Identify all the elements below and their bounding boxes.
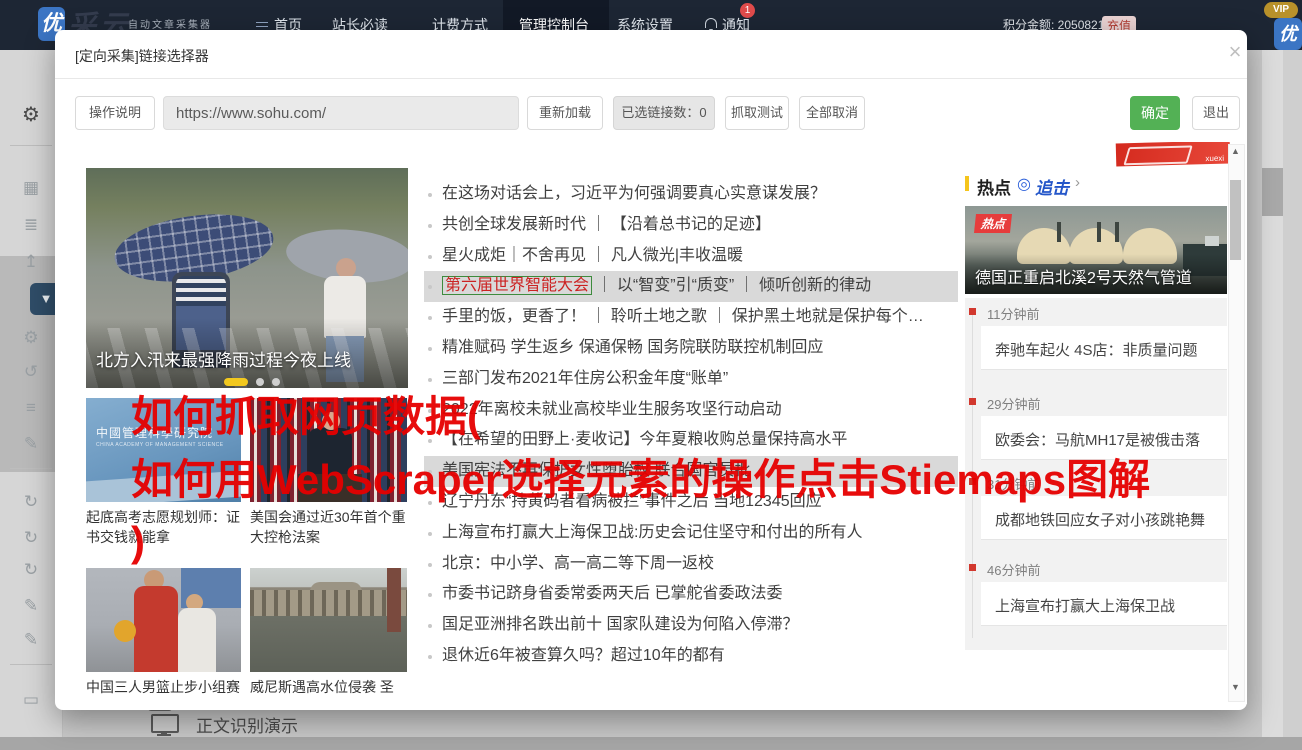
hotspot-feature-image[interactable]: 热点 德国正重启北溪2号天然气管道 [965, 206, 1227, 294]
hotspot-title-blue: 追击 [1035, 174, 1069, 199]
screen: { "colors":{"brand_blue":"#3b75c4","acce… [0, 0, 1302, 750]
selected-links-count: 已选链接数：0 [613, 96, 715, 130]
chimney-shape [1097, 222, 1101, 242]
history-icon[interactable]: ↺ [0, 362, 62, 382]
headline-text[interactable]: 共创全球发展新时代 ｜ 【沿着总书记的足迹】 [442, 216, 771, 233]
annotation-overlay-text: 如何抓取网页数据( 如何用WebScraper选择元素的操作点击Stiemaps… [131, 386, 1271, 574]
timeline-bullet [969, 308, 976, 315]
headline-item[interactable]: 国足亚洲排名跌出前十 国家队建设为何陷入停滞？ [424, 610, 958, 641]
page-scrollbar-thumb[interactable] [1262, 168, 1283, 216]
feature-caption[interactable]: 德国正重启北溪2号天然气管道 [975, 264, 1192, 288]
timeline-item[interactable]: 奔驰车起火 4S店：非质量问题 [981, 326, 1227, 370]
headline-text[interactable]: 国足亚洲排名跌出前十 国家队建设为何陷入停滞？ [442, 616, 798, 633]
chevron-right-icon[interactable]: › [1075, 174, 1080, 191]
edit-icon[interactable]: ✎ [0, 630, 62, 650]
page-right-edge [1283, 50, 1302, 750]
content-recognition-demo-label[interactable]: 正文识别演示 [196, 712, 298, 737]
annotation-line: ) [131, 511, 1271, 574]
figure-shape [178, 608, 216, 672]
headline-text[interactable]: 手里的饭，更香了！ ｜ 聆听土地之歌 ｜ 保护黑土地就是保护每个… [442, 308, 924, 325]
dialog-header-divider [55, 78, 1247, 79]
selected-link-highlight[interactable]: 第六届世界智能大会 [442, 276, 592, 295]
chimney-shape [1057, 222, 1061, 242]
edit-icon[interactable]: ✎ [0, 596, 62, 616]
settings-gear-icon[interactable]: ⚙ [0, 105, 62, 125]
hotspot-header-bar [965, 176, 969, 191]
list-icon[interactable]: ≣ [0, 215, 62, 235]
chimney-shape [1115, 222, 1119, 242]
news-card[interactable]: 威尼斯遇高水位侵袭 圣 [250, 568, 407, 697]
tower-shape [387, 568, 401, 632]
notification-count-badge: 1 [740, 3, 755, 18]
building-shape [250, 590, 407, 616]
scroll-up-arrow-icon[interactable]: ▲ [1228, 146, 1243, 156]
close-icon[interactable]: × [1223, 40, 1247, 64]
cancel-all-button[interactable]: 全部取消 [799, 96, 865, 130]
reload-button[interactable]: 重新加载 [527, 96, 603, 130]
refresh-icon[interactable]: ↻ [0, 492, 62, 512]
lines-icon[interactable]: ≡ [0, 398, 62, 418]
notification-bell-icon[interactable] [705, 18, 717, 28]
headline-item[interactable]: 手里的饭，更香了！ ｜ 聆听土地之歌 ｜ 保护黑土地就是保护每个… [424, 302, 958, 333]
headline-text[interactable]: 精准赋码 学生返乡 保通保畅 国务院联防联控机制回应 [442, 339, 823, 356]
dialog-title: [定向采集]链接选择器 [75, 46, 209, 66]
carousel-caption[interactable]: 北方入汛来最强降雨过程今夜上线 [96, 346, 351, 371]
url-input[interactable] [163, 96, 519, 130]
headline-item[interactable]: 在这场对话会上，习近平为何强调要真心实意谋发展？ [424, 179, 958, 210]
pedestrian-shape [336, 258, 356, 278]
confirm-button[interactable]: 确定 [1130, 96, 1180, 130]
user-avatar[interactable]: 优 [1274, 18, 1302, 50]
small-gear-icon[interactable]: ⚙ [0, 328, 62, 348]
headline-text[interactable]: 在这场对话会上，习近平为何强调要真心实意谋发展？ [442, 185, 826, 202]
headline-text[interactable]: 退休近6年被查算久吗？超过10年的都有 [442, 647, 725, 664]
grab-test-button[interactable]: 抓取测试 [725, 96, 789, 130]
annotation-line: 如何抓取网页数据( [131, 386, 1271, 449]
figure-shape [134, 586, 178, 672]
carousel-image[interactable]: 北方入汛来最强降雨过程今夜上线 [86, 168, 408, 388]
annotation-line: 如何用WebScraper选择元素的操作点击Stiemaps图解 [131, 449, 1271, 512]
timeline-item[interactable]: 上海宣布打赢大上海保卫战 [981, 582, 1227, 626]
headline-text[interactable]: 市委书记跻身省委常委两天后 已掌舵省委政法委 [442, 585, 782, 602]
iframe-scrollbar-thumb[interactable] [1230, 180, 1241, 260]
timeline-time: 11分钟前 [987, 304, 1040, 323]
page-bottom-band [0, 737, 1302, 750]
target-icon: ◎ [1017, 174, 1031, 194]
headline-text[interactable]: ｜ 以“智变”引“质变” ｜ 倾听创新的律动 [596, 277, 871, 294]
headline-item[interactable]: 精准赋码 学生返乡 保通保畅 国务院联防联控机制回应 [424, 333, 958, 364]
news-card[interactable]: 中国三人男篮止步小组赛 [86, 568, 241, 697]
help-button[interactable]: 操作说明 [75, 96, 155, 130]
refresh-icon[interactable]: ↻ [0, 560, 62, 580]
scroll-down-arrow-icon[interactable]: ▼ [1228, 682, 1243, 692]
link-selector-dialog: [定向采集]链接选择器 × 操作说明 重新加载 已选链接数：0 抓取测试 全部取… [55, 30, 1247, 710]
news-card-image [250, 568, 407, 672]
chart-icon[interactable]: ▦ [0, 178, 62, 198]
basketball-shape [114, 620, 136, 642]
news-card-caption[interactable]: 威尼斯遇高水位侵袭 圣 [250, 677, 407, 697]
headline-item[interactable]: 市委书记跻身省委常委两天后 已掌舵省委政法委 [424, 579, 958, 610]
hotspot-title: 热点 [977, 174, 1011, 199]
sidebar-divider [10, 468, 52, 469]
headline-item[interactable]: 退休近6年被查算久吗？超过10年的都有 [424, 641, 958, 672]
news-card-image [86, 568, 241, 672]
vip-badge: VIP [1264, 2, 1298, 18]
exit-button[interactable]: 退出 [1192, 96, 1240, 130]
headline-item[interactable]: 星火成炬｜不舍再见 ｜ 凡人微光|丰收温暖 [424, 241, 958, 272]
drive-icon[interactable]: ▭ [0, 690, 62, 710]
news-card-caption[interactable]: 中国三人男篮止步小组赛 [86, 677, 241, 697]
headline-text[interactable]: 三部门发布2021年住房公积金年度“账单” [442, 370, 728, 387]
upload-circle-icon[interactable]: ↥ [0, 252, 62, 272]
headline-item-selected[interactable]: 第六届世界智能大会 ｜ 以“智变”引“质变” ｜ 倾听创新的律动 [424, 271, 958, 302]
sidebar-divider [10, 145, 52, 146]
monitor-icon [151, 714, 179, 733]
hot-badge: 热点 [974, 214, 1012, 233]
edit-icon[interactable]: ✎ [0, 434, 62, 454]
refresh-icon[interactable]: ↻ [0, 528, 62, 548]
sidebar-divider [10, 664, 52, 665]
headline-item[interactable]: 共创全球发展新时代 ｜ 【沿着总书记的足迹】 [424, 210, 958, 241]
left-sidebar: ⚙ ▦ ≣ ↥ ▼ ⚙ ↺ ≡ ✎ ↻ ↻ ↻ ✎ ✎ ▭ [0, 50, 63, 750]
headline-text[interactable]: 星火成炬｜不舍再见 ｜ 凡人微光|丰收温暖 [442, 247, 743, 264]
brand-tagline: 自动文章采集器 [128, 16, 212, 31]
